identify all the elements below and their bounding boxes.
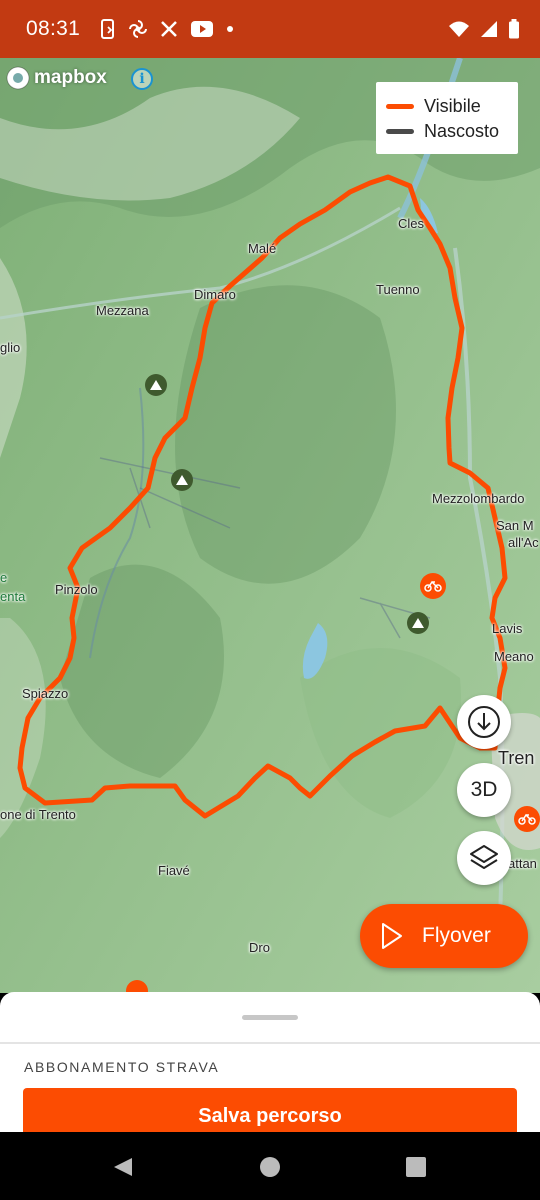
3d-button[interactable]: 3D xyxy=(457,763,511,817)
signal-icon xyxy=(481,21,497,37)
3d-button-label: 3D xyxy=(470,778,498,801)
status-bar: 08:31 xyxy=(0,0,540,58)
map-view[interactable]: mapbox i Visibile Nascosto Cles Malé Tue… xyxy=(0,58,540,993)
place-tuenno: Tuenno xyxy=(376,282,420,297)
mountain-poi-icon[interactable] xyxy=(171,469,193,491)
sheet-divider xyxy=(0,1042,540,1044)
home-icon[interactable] xyxy=(259,1156,281,1178)
mapbox-logo: mapbox xyxy=(6,66,107,90)
place-all-ac: all'Ac xyxy=(508,535,539,550)
bottom-sheet[interactable]: ABBONAMENTO STRAVA Salva percorso xyxy=(0,992,540,1132)
place-meano: Meano xyxy=(494,649,534,664)
wifi-icon xyxy=(449,21,469,37)
place-e: e xyxy=(0,570,8,585)
mapbox-label: mapbox xyxy=(34,67,107,88)
system-icons xyxy=(448,19,520,39)
legend-row-hidden: Nascosto xyxy=(386,119,508,144)
place-fiave: Fiavé xyxy=(158,863,190,878)
route-legend: Visibile Nascosto xyxy=(376,82,518,154)
legend-label-hidden: Nascosto xyxy=(424,121,500,141)
place-attan: attan xyxy=(508,856,537,871)
youtube-icon xyxy=(191,21,214,37)
info-icon[interactable]: i xyxy=(131,68,153,90)
mountain-poi-icon[interactable] xyxy=(145,374,167,396)
legend-row-visible: Visibile xyxy=(386,94,508,119)
back-icon[interactable] xyxy=(112,1156,134,1178)
place-dro: Dro xyxy=(249,940,270,955)
place-lavis: Lavis xyxy=(492,621,523,636)
place-glio: glio xyxy=(0,340,21,355)
legend-swatch-hidden xyxy=(386,129,414,134)
notification-icons xyxy=(100,19,234,39)
place-tione-di-trento: one di Trento xyxy=(0,807,76,822)
place-mezzolombardo: Mezzolombardo xyxy=(432,491,525,506)
subscription-section-title: ABBONAMENTO STRAVA xyxy=(24,1059,220,1075)
flyover-button[interactable]: Flyover xyxy=(360,904,528,968)
battery-icon xyxy=(509,19,519,39)
download-button[interactable] xyxy=(457,695,511,749)
play-icon xyxy=(382,923,402,949)
drag-handle[interactable] xyxy=(242,1015,298,1020)
legend-label-visible: Visibile xyxy=(424,96,481,116)
phone-icon xyxy=(101,19,115,39)
recents-icon[interactable] xyxy=(405,1156,427,1178)
dot-icon xyxy=(227,26,234,32)
layers-button[interactable] xyxy=(457,831,511,885)
x-icon xyxy=(161,21,177,37)
place-dimaro: Dimaro xyxy=(194,287,236,302)
place-pinzolo: Pinzolo xyxy=(55,582,98,597)
place-spiazzo: Spiazzo xyxy=(22,686,69,701)
mapbox-icon xyxy=(6,66,30,90)
pinwheel-icon xyxy=(129,20,148,38)
status-time: 08:31 xyxy=(26,17,81,40)
navigation-bar xyxy=(0,1132,540,1200)
flyover-label: Flyover xyxy=(422,924,491,947)
place-enta: enta xyxy=(0,589,26,604)
bike-poi-icon[interactable] xyxy=(420,573,446,599)
bike-poi-icon[interactable] xyxy=(514,806,540,832)
place-mezzana: Mezzana xyxy=(96,303,149,318)
mountain-poi-icon[interactable] xyxy=(407,612,429,634)
place-trento: Tren xyxy=(498,748,535,768)
place-san-m: San M xyxy=(496,518,534,533)
save-route-button[interactable]: Salva percorso xyxy=(23,1088,517,1132)
download-icon xyxy=(468,706,500,738)
legend-swatch-visible xyxy=(386,104,414,109)
layers-icon xyxy=(470,845,498,869)
place-male: Malé xyxy=(248,241,277,256)
place-cles: Cles xyxy=(398,216,425,231)
